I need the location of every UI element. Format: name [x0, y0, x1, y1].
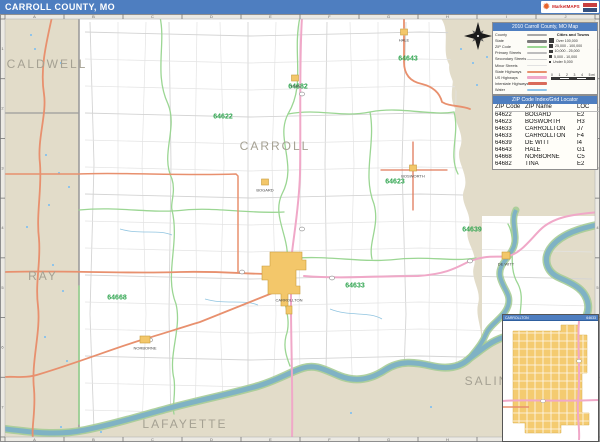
legend-title: 2010 Carroll County, MO Map: [493, 23, 597, 31]
map-sheet: CARROLL COUNTY, MO ✹ MarketMAPS: [0, 0, 600, 442]
zip-table-cell: 64682: [495, 161, 525, 168]
zip-column-header: ZIP Name: [525, 104, 577, 112]
inset-title-bar: CARROLLTON 64633: [503, 315, 598, 321]
zip-table-cell: C5: [577, 154, 599, 161]
svg-text:C: C: [151, 437, 154, 442]
legend-line-items: CountyStateZIP CodePrimary StreetsSecond…: [495, 32, 547, 93]
svg-text:C: C: [151, 14, 154, 19]
title-bar: CARROLL COUNTY, MO ✹ MarketMAPS: [0, 0, 600, 14]
inset-canvas: [503, 321, 598, 441]
zip-table-cell: HALE: [525, 147, 577, 154]
zip-table-cell: 64622: [495, 112, 525, 119]
zip-table-cell: TINA: [525, 161, 577, 168]
zip-table-cell: E2: [577, 112, 599, 119]
logo-star-icon: ✹: [543, 3, 550, 11]
svg-text:I: I: [506, 14, 507, 19]
inset-map: CARROLLTON 64633: [502, 314, 599, 442]
inset-zip-label: 64633: [586, 315, 596, 321]
brand-logo: ✹ MarketMAPS: [541, 1, 599, 13]
zip-table-cell: 64643: [495, 147, 525, 154]
inset-us-highway-h: [503, 400, 598, 401]
legend-city-item: Under 5,000: [549, 60, 597, 65]
zip-table-cell: 64623: [495, 119, 525, 126]
zip-table-cell: J7: [577, 126, 599, 133]
scale-bar: 012345 mi: [551, 73, 595, 80]
svg-text:H: H: [446, 437, 449, 442]
svg-text:B: B: [92, 437, 95, 442]
zip-table-cell: F4: [577, 133, 599, 140]
zip-column-header: ZIP Code: [495, 104, 525, 112]
zip-table-title: ZIP Code Index/Grid Locator: [493, 96, 597, 104]
legend-item: Water: [495, 87, 547, 93]
zip-table-cell: 64633: [495, 126, 525, 133]
zip-table-cell: DE WITT: [525, 140, 577, 147]
legend-box: 2010 Carroll County, MO Map CountyStateZ…: [492, 22, 598, 95]
svg-text:H: H: [446, 14, 449, 19]
zip-table-cell: G1: [577, 147, 599, 154]
svg-text:A: A: [33, 437, 36, 442]
zip-table-cell: CARROLLTON: [525, 133, 577, 140]
svg-text:D: D: [210, 14, 213, 19]
svg-text:E: E: [269, 437, 272, 442]
svg-text:G: G: [387, 437, 390, 442]
page-title: CARROLL COUNTY, MO: [5, 2, 115, 12]
zip-column-header: LOC: [577, 104, 599, 112]
zip-table-cell: NORBORNE: [525, 154, 577, 161]
logo-text: MarketMAPS: [552, 0, 580, 14]
zip-table-cell: 64639: [495, 140, 525, 147]
svg-text:D: D: [210, 437, 213, 442]
legend-city-items: Over 100,00025,000 - 100,00010,000 - 25,…: [549, 38, 597, 65]
zip-index-table: ZIP Code Index/Grid Locator ZIP CodeZIP …: [492, 95, 598, 170]
zip-table-cell: E2: [577, 161, 599, 168]
zip-table-cell: I4: [577, 140, 599, 147]
zip-table-cell: 64668: [495, 154, 525, 161]
svg-text:A: A: [33, 14, 36, 19]
svg-text:G: G: [387, 14, 390, 19]
zip-table-cell: BOGARD: [525, 112, 577, 119]
zip-table-cell: CARROLLTON: [525, 126, 577, 133]
logo-tag-blocks: [583, 3, 597, 12]
zip-table-cell: BOSWORTH: [525, 119, 577, 126]
svg-text:J: J: [565, 14, 567, 19]
zip-table-cell: 64633: [495, 133, 525, 140]
zip-table-cell: H3: [577, 119, 599, 126]
svg-text:E: E: [269, 14, 272, 19]
inset-title: CARROLLTON: [505, 315, 529, 321]
svg-text:B: B: [92, 14, 95, 19]
